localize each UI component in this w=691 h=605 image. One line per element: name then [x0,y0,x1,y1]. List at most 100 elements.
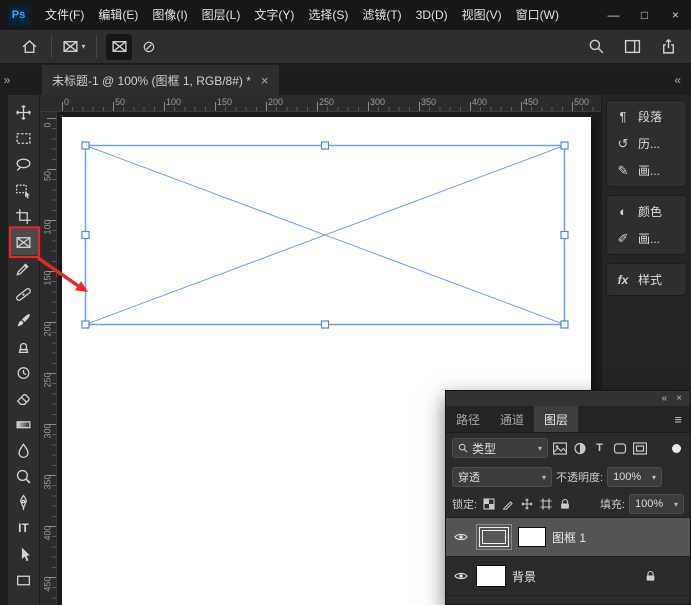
spot-healing-brush-tool[interactable] [10,281,38,307]
menu-file[interactable]: 文件(F) [38,0,91,30]
frame-handle[interactable] [561,142,568,149]
menu-layer[interactable]: 图层(L) [195,0,248,30]
frame-cross-lines [86,146,565,325]
search-button[interactable] [583,34,609,60]
frame-handle[interactable] [82,321,89,328]
lock-all-icon[interactable] [557,498,572,510]
tab-close-icon[interactable]: × [261,73,269,88]
menu-type[interactable]: 文字(Y) [247,0,301,30]
workspace-button[interactable] [619,34,645,60]
panel-button-styles[interactable]: fx 样式 [607,266,686,293]
menu-edit[interactable]: 编辑(E) [91,0,145,30]
dodge-tool[interactable] [10,463,38,489]
visibility-eye-icon[interactable] [452,571,470,581]
layer-name[interactable]: 图框 1 [552,529,586,546]
menu-view[interactable]: 视图(V) [455,0,509,30]
frame-handle[interactable] [82,232,89,239]
rectangular-marquee-tool[interactable] [10,125,38,151]
pixel-layer-filter-icon[interactable] [551,439,568,457]
eyedropper-tool[interactable] [10,255,38,281]
share-button[interactable] [655,34,681,60]
search-icon [588,38,605,55]
lock-pixels-icon[interactable] [500,498,515,510]
layer-lock-icon[interactable] [645,570,656,582]
frame-handle[interactable] [322,142,329,149]
tab-layers[interactable]: 图层 [534,406,578,432]
collapse-panels-icon[interactable]: « [674,65,681,95]
menu-filter[interactable]: 滤镜(T) [355,0,408,30]
filter-toggle-switch[interactable] [672,444,681,453]
lock-transparency-icon[interactable] [481,498,496,510]
frame-content-thumbnail[interactable] [518,527,546,547]
panel-button-brushes[interactable]: ✎ 画... [607,157,686,184]
menu-3d[interactable]: 3D(D) [409,0,455,30]
frame-handle[interactable] [561,321,568,328]
document-tab[interactable]: 未标题-1 @ 100% (图框 1, RGB/8#) * × [42,65,279,95]
frame-handle[interactable] [561,232,568,239]
frame-handle[interactable] [82,142,89,149]
filter-kind-dropdown[interactable]: 类型 ▾ [452,438,548,458]
layer-name[interactable]: 背景 [512,568,536,585]
type-tool[interactable]: IT [10,515,38,541]
minimize-button[interactable]: — [598,0,629,30]
close-panel-icon[interactable]: × [676,393,682,404]
gradient-tool[interactable] [10,411,38,437]
menu-window[interactable]: 窗口(W) [509,0,566,30]
object-selection-tool[interactable] [10,177,38,203]
brush-tool[interactable] [10,307,38,333]
circle-frame-mode-button[interactable]: ⊘ [136,34,162,60]
smart-object-filter-icon[interactable] [631,439,648,457]
close-button[interactable]: × [660,0,691,30]
panel-button-brush-settings[interactable]: ✐ 画... [607,225,686,252]
tab-paths[interactable]: 路径 [446,406,490,432]
pen-tool[interactable] [10,489,38,515]
photoshop-window: Ps 文件(F) 编辑(E) 图像(I) 图层(L) 文字(Y) 选择(S) 滤… [0,0,691,605]
home-button[interactable] [16,34,42,60]
layer-row-background[interactable]: 背景 [446,557,690,596]
rectangle-shape-tool[interactable] [10,567,38,593]
opacity-dropdown[interactable]: 100% ▾ [607,467,662,487]
panel-button-history[interactable]: ↺ 历... [607,130,686,157]
move-tool[interactable] [10,99,38,125]
frame-handle[interactable] [322,321,329,328]
frame-tool[interactable] [10,229,38,255]
lasso-tool[interactable] [10,151,38,177]
frame-layer-thumbnail[interactable] [476,524,512,550]
blend-mode-dropdown[interactable]: 穿透 ▾ [452,467,552,487]
expand-panel-icon[interactable]: » [0,65,14,95]
menu-select[interactable]: 选择(S) [301,0,355,30]
horizontal-ruler[interactable]: 0 50 100 150 200 250 300 350 400 450 500 [40,95,601,112]
maximize-button[interactable]: □ [629,0,660,30]
ruler-label: 300 [43,423,53,440]
opacity-value: 100% [613,471,641,483]
lock-artboard-icon[interactable] [538,498,553,510]
fill-dropdown[interactable]: 100% ▾ [629,494,684,514]
panel-button-paragraph[interactable]: ¶ 段落 [607,103,686,130]
clone-stamp-tool[interactable] [10,333,38,359]
panel-label: 历... [638,135,660,152]
menu-image[interactable]: 图像(I) [145,0,194,30]
background-layer-thumbnail[interactable] [476,565,506,587]
blur-tool[interactable] [10,437,38,463]
crop-tool[interactable] [10,203,38,229]
eraser-tool[interactable] [10,385,38,411]
collapse-panel-icon[interactable]: « [662,393,668,404]
tab-channels[interactable]: 通道 [490,406,534,432]
type-layer-filter-icon[interactable]: T [591,439,608,457]
divider [51,36,52,58]
frame-tool-preset-button[interactable]: ▾ [61,34,87,60]
panel-menu-icon[interactable]: ≡ [674,412,682,427]
history-brush-tool[interactable] [10,359,38,385]
rectangular-frame-mode-button[interactable] [106,34,132,60]
visibility-eye-icon[interactable] [452,532,470,542]
adjustment-layer-filter-icon[interactable] [571,439,588,457]
shape-layer-filter-icon[interactable] [611,439,628,457]
vertical-ruler[interactable]: 0 50 100 150 200 250 300 350 400 450 [40,112,57,605]
path-selection-tool[interactable] [10,541,38,567]
panel-button-color[interactable]: ◐ 颜色 [607,198,686,225]
layer-row-frame[interactable]: 图框 1 [446,518,690,557]
lock-position-icon[interactable] [519,498,534,510]
photoshop-logo-icon: Ps [8,5,29,26]
frame-thumbnail-inner [482,530,506,544]
clone-stamp-icon [15,338,32,355]
